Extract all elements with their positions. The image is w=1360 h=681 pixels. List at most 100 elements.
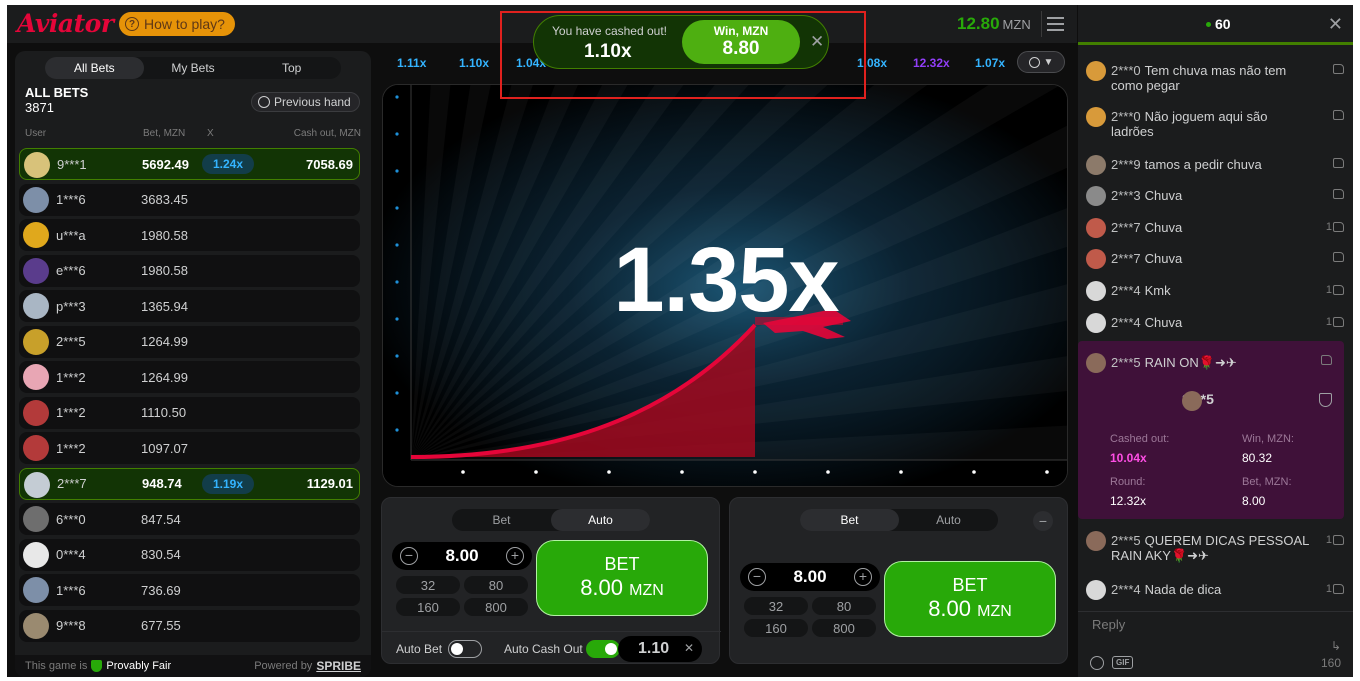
like-button[interactable] [1321, 355, 1332, 365]
tab-my-bets[interactable]: My Bets [144, 57, 243, 79]
col-user: User [25, 128, 47, 139]
table-row: 0***4 830.54 [19, 538, 360, 571]
chip-160[interactable]: 160 [396, 598, 460, 616]
reply-input[interactable]: Reply [1092, 617, 1125, 632]
bet-button[interactable]: BET 8.00 MZN [536, 540, 708, 616]
close-icon[interactable]: ✕ [1328, 14, 1343, 35]
tab-all-bets[interactable]: All Bets [45, 57, 144, 79]
provably-fair-link[interactable]: Provably Fair [91, 660, 171, 672]
chip-800[interactable]: 800 [464, 598, 528, 616]
bets-panel: All Bets My Bets Top ALL BETS 3871 Previ… [15, 51, 371, 677]
chip-32[interactable]: 32 [744, 597, 808, 615]
chat-user: 2***0 [1111, 109, 1141, 124]
avatar [1086, 281, 1106, 301]
plus-icon[interactable]: + [506, 547, 524, 565]
close-icon[interactable]: ✕ [810, 32, 824, 52]
bet-user: 1***2 [56, 440, 86, 456]
bet-value: 8.00 [1242, 494, 1266, 508]
history-item[interactable]: 12.32x [907, 54, 956, 72]
bet-amount: 847.54 [141, 511, 181, 527]
gif-button[interactable]: GIF [1112, 656, 1134, 669]
like-button[interactable] [1332, 252, 1344, 262]
history-icon [1028, 56, 1040, 68]
divider [1078, 611, 1353, 612]
stake-stepper: 8.00 − + [392, 542, 532, 570]
avatar [1086, 218, 1106, 238]
avatar [23, 435, 49, 461]
chip-160[interactable]: 160 [744, 619, 808, 637]
rain-text: 2***5 RAIN ON🌹➜✈ [1111, 355, 1237, 370]
chip-800[interactable]: 800 [812, 619, 876, 637]
thumbs-up-icon [1321, 355, 1332, 365]
like-button[interactable]: 1 [1326, 284, 1344, 296]
menu-icon[interactable] [1041, 11, 1069, 37]
bets-list: 9***1 5692.49 1.24x 7058.69 1***6 3683.45 u***… [19, 148, 360, 645]
like-button[interactable]: 1 [1326, 221, 1344, 233]
history-item[interactable]: 1.07x [969, 54, 1011, 72]
bet-amount: 677.55 [141, 618, 181, 633]
bet-user: e***6 [56, 263, 86, 278]
tab-auto[interactable]: Auto [551, 509, 650, 531]
bet-button[interactable]: BET 8.00 MZN [884, 561, 1056, 637]
tab-auto[interactable]: Auto [899, 509, 998, 531]
tab-bet[interactable]: Bet [452, 509, 551, 531]
stake-control: 8.00 − + 32 80 160 800 [392, 542, 532, 616]
table-row: e***6 1980.58 [19, 254, 360, 287]
clear-icon[interactable]: ✕ [684, 641, 694, 655]
chip-80[interactable]: 80 [464, 576, 528, 594]
like-button[interactable]: 1 [1326, 316, 1344, 328]
cashed-out-label: Cashed out: [1110, 433, 1170, 445]
like-button[interactable]: 1 [1326, 534, 1344, 546]
like-button[interactable] [1332, 189, 1344, 199]
remove-panel-icon[interactable]: − [1033, 511, 1053, 531]
all-bets-header: ALL BETS 3871 [25, 85, 88, 115]
minus-icon[interactable]: − [748, 568, 766, 586]
bet-multiplier: 1.19x [202, 473, 254, 494]
chip-32[interactable]: 32 [396, 576, 460, 594]
thumbs-up-icon [1333, 252, 1344, 262]
bet-amount: 1980.58 [141, 263, 188, 278]
auto-bet-toggle[interactable] [448, 640, 482, 658]
thumbs-up-icon [1333, 222, 1344, 232]
bet-button-amount: 8.00 MZN [928, 596, 1012, 621]
history-toggle-button[interactable]: ▼ [1017, 51, 1065, 73]
balance-value: 12.80 [957, 14, 1000, 33]
history-item[interactable]: 1.11x [391, 54, 432, 72]
chevron-down-icon: ▼ [1043, 56, 1054, 68]
plus-icon[interactable]: + [854, 568, 872, 586]
history-item[interactable]: 1.10x [453, 54, 495, 72]
spribe-logo[interactable]: SPRIBE [316, 659, 361, 673]
like-button[interactable]: 1 [1326, 583, 1344, 595]
tab-top[interactable]: Top [242, 57, 341, 79]
bet-user: 9***8 [56, 618, 86, 633]
like-button[interactable] [1332, 110, 1344, 120]
auto-cashout-input[interactable]: 1.10 ✕ [618, 636, 702, 662]
avatar [1086, 353, 1106, 373]
history-icon [258, 96, 270, 108]
bet-panel-tabs: Bet Auto [452, 509, 650, 531]
col-bet: Bet, MZN [143, 128, 186, 139]
bet-amount: 3683.45 [141, 192, 188, 207]
minus-icon[interactable]: − [400, 547, 418, 565]
how-to-play-button[interactable]: ? How to play? [119, 12, 235, 36]
chat-user: 2***0 [1111, 63, 1141, 78]
avatar [1086, 313, 1106, 333]
thumbs-up-icon [1333, 535, 1344, 545]
avatar [23, 364, 49, 390]
like-button[interactable] [1332, 64, 1344, 74]
bet-amount: 736.69 [141, 582, 181, 598]
chip-80[interactable]: 80 [812, 597, 876, 615]
tab-bet[interactable]: Bet [800, 509, 899, 531]
like-count: 1 [1325, 221, 1332, 233]
avatar [1086, 249, 1106, 269]
thumbs-up-icon [1333, 64, 1344, 74]
avatar [1086, 186, 1106, 206]
online-count: 60 [1206, 16, 1231, 32]
current-multiplier: 1.35x [613, 229, 839, 331]
emoji-icon[interactable] [1090, 656, 1104, 670]
chat-text: Chuva [1144, 315, 1183, 330]
auto-cashout-toggle[interactable] [586, 640, 620, 658]
like-count: 1 [1325, 316, 1332, 328]
like-button[interactable] [1332, 158, 1344, 168]
previous-hand-button[interactable]: Previous hand [251, 92, 360, 112]
